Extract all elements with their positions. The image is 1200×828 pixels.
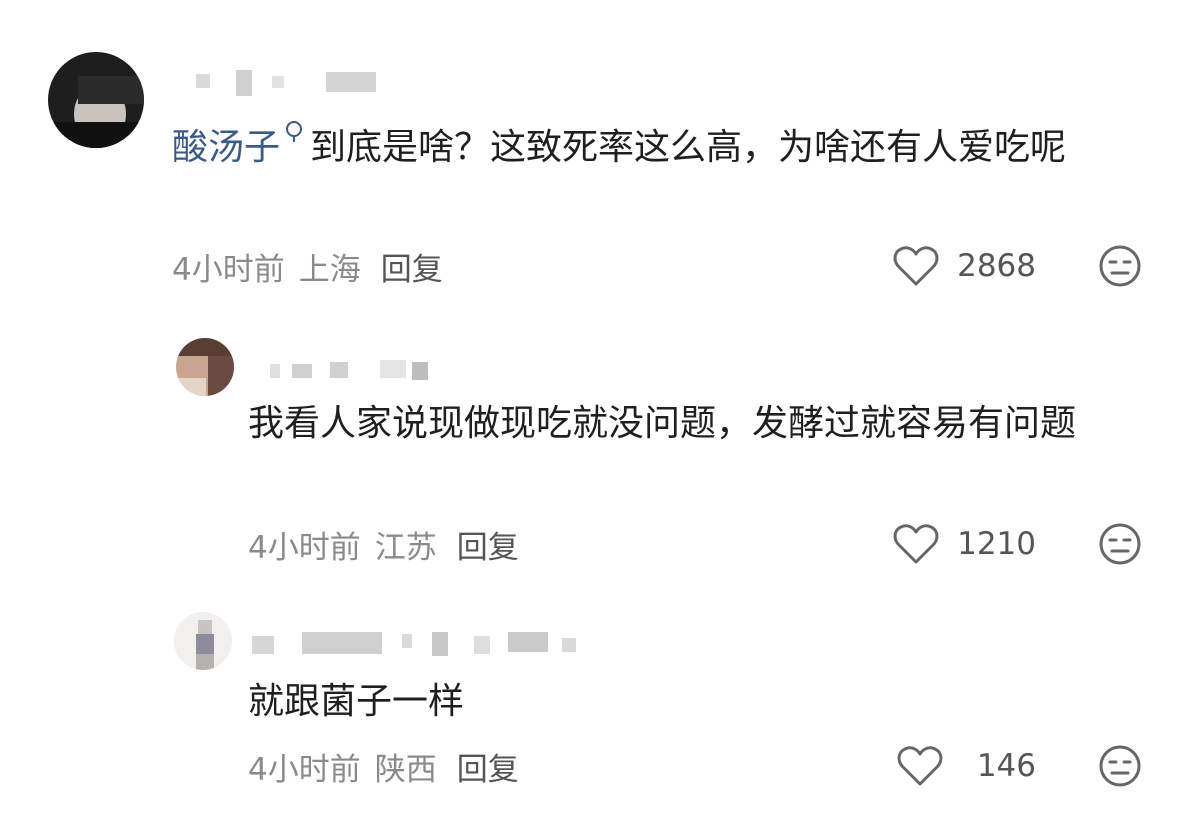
timestamp: 4小时前 xyxy=(172,252,285,288)
heart-outline-icon[interactable] xyxy=(897,745,943,787)
avatar[interactable] xyxy=(176,338,234,396)
comment-meta: 4小时前 陕西 回复 xyxy=(248,744,519,789)
reply-button[interactable]: 回复 xyxy=(457,522,519,567)
meh-face-icon[interactable] xyxy=(1098,522,1142,566)
reply-item: 我看人家说现做现吃就没问题，发酵过就容易有问题 4小时前 江苏 回复 1210 xyxy=(0,300,1200,580)
heart-outline-icon[interactable] xyxy=(893,245,939,287)
comment-actions: 2868 xyxy=(893,244,1142,288)
reply-item: 就跟菌子一样 4小时前 陕西 回复 146 xyxy=(0,580,1200,828)
comment-item: 酸汤子 到底是啥？这致死率这么高，为啥还有人爱吃呢 4小时前 上海 回复 2868 xyxy=(0,0,1200,300)
comment-actions: 1210 xyxy=(893,522,1142,566)
location: 上海 xyxy=(298,252,361,288)
like-count: 2868 xyxy=(957,248,1036,284)
avatar[interactable] xyxy=(174,612,232,670)
heart-outline-icon[interactable] xyxy=(893,523,939,565)
username-blurred[interactable] xyxy=(270,358,470,384)
reply-button[interactable]: 回复 xyxy=(457,744,519,789)
keyword-link[interactable]: 酸汤子 xyxy=(172,127,280,168)
comment-text: 就跟菌子一样 xyxy=(248,681,465,722)
like-count: 1210 xyxy=(957,526,1036,562)
avatar[interactable] xyxy=(48,52,144,148)
reply-button[interactable]: 回复 xyxy=(381,244,443,289)
search-icon[interactable] xyxy=(286,121,303,142)
comment-text: 酸汤子 到底是啥？这致死率这么高，为啥还有人爱吃呢 xyxy=(172,120,1152,176)
meh-face-icon[interactable] xyxy=(1098,744,1142,788)
username-blurred[interactable] xyxy=(196,70,386,96)
timestamp: 4小时前 xyxy=(248,530,361,566)
like-count: 146 xyxy=(976,748,1036,784)
username-blurred[interactable] xyxy=(252,632,592,658)
comment-actions: 146 xyxy=(897,744,1142,788)
timestamp: 4小时前 xyxy=(248,752,361,788)
comment-text: 我看人家说现做现吃就没问题，发酵过就容易有问题 xyxy=(248,403,1077,444)
location: 江苏 xyxy=(374,530,437,566)
location: 陕西 xyxy=(374,752,437,788)
comment-meta: 4小时前 江苏 回复 xyxy=(248,522,519,567)
comment-meta: 4小时前 上海 回复 xyxy=(172,244,443,289)
meh-face-icon[interactable] xyxy=(1098,244,1142,288)
